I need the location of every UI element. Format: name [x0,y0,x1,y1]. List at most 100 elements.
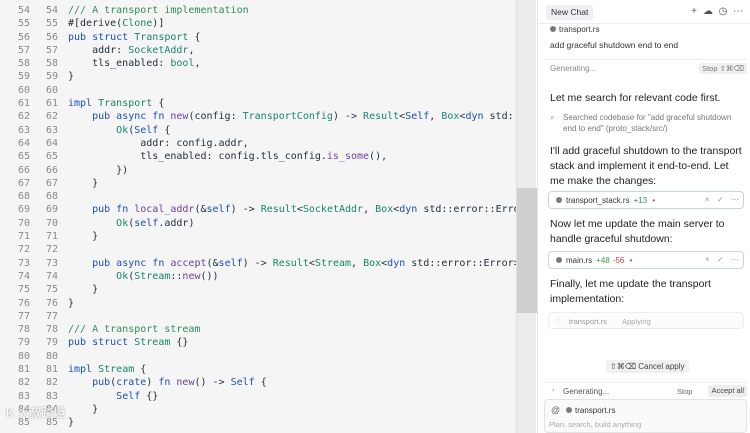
tab-new-chat[interactable]: New Chat [546,5,594,20]
code-token: bool [170,58,195,70]
file-edit-card-transport-stack[interactable]: transport_stack.rs +13 • × ✓ ⋯ [548,191,744,209]
code-line[interactable]: pub struct Stream {} [68,336,518,349]
more-icon[interactable]: ⋯ [731,255,739,264]
code-line[interactable]: }) [68,164,518,177]
check-icon[interactable]: ✓ [717,255,724,264]
editor-scroll-thumb[interactable] [517,188,537,313]
line-number: 76 [45,297,58,309]
close-icon[interactable]: × [705,255,710,264]
code-line[interactable]: pub async fn new(config: TransportConfig… [68,110,518,123]
line-number: 62 [17,111,30,123]
code-line[interactable]: Ok(self.addr) [68,217,518,230]
code-line[interactable]: #[derive(Clone)] [68,17,518,30]
at-mention-icon[interactable]: @ [551,405,560,415]
close-icon[interactable]: × [705,195,710,204]
code-token: Transport [134,31,189,43]
code-line[interactable]: ​ [68,243,518,256]
line-number: 78 [45,324,58,336]
code-line[interactable]: addr: SocketAddr, [68,44,518,57]
code-line[interactable]: ​ [68,190,518,203]
code-line[interactable]: pub async fn accept(&self) -> Result<Str… [68,257,518,270]
code-line[interactable]: /// A transport implementation [68,4,518,17]
code-line[interactable]: impl Transport { [68,97,518,110]
code-line[interactable]: ​ [68,84,518,97]
accept-all-button[interactable]: Accept all [708,385,747,397]
chevron-right-icon[interactable]: › [552,387,554,394]
code-line[interactable]: } [68,297,518,310]
code-token: { [152,98,165,110]
code-token: accept [170,257,207,269]
chat-input-box[interactable]: @ transport.rs [544,399,747,433]
code-token: self [134,217,159,229]
file-edit-card-main[interactable]: main.rs +48 -56 • × ✓ ⋯ [548,251,744,269]
line-number: 73 [45,257,58,269]
code-line[interactable]: impl Stream { [68,363,518,376]
watermark: K 大叔跨境 [6,406,66,420]
stop-button[interactable]: Stop [677,387,692,396]
code-token: ) -> [242,257,273,269]
code-line[interactable]: Self {} [68,390,518,403]
line-number: 76 [17,297,30,309]
user-message-text: add graceful shutdown end to end [550,40,679,50]
cloud-icon[interactable]: ☁ [702,5,714,19]
generating-status-top: Generating... Stop ⇧⌘⌫ [544,59,747,76]
cancel-apply-button[interactable]: ⇧⌘⌫ Cancel apply [606,360,689,373]
code-line[interactable]: Ok(Stream::new()) [68,270,518,283]
prompt-input[interactable] [549,418,739,431]
code-editor[interactable]: 54 55 56 57 58 59 60 61 62 63 64 65 66 67 68 69 70 71 72 73… [0,0,518,433]
context-file-chip[interactable]: transport.rs [566,406,615,415]
code-line[interactable]: pub struct Transport { [68,31,518,44]
code-line[interactable]: addr: config.addr, [68,137,518,150]
more-icon[interactable]: ⋯ [731,195,739,204]
code-token: (config: [188,111,243,123]
code-line[interactable]: ​ [68,310,518,323]
code-content[interactable]: /// A transport implementation #[derive(C… [68,4,518,430]
file-apply-card-transport[interactable]: ◌ transport.rs Applying [548,312,744,329]
code-line[interactable]: /// A transport stream [68,323,518,336]
modified-dot: • [629,256,633,265]
generating-text: Generating... [563,387,610,396]
code-line[interactable]: } [68,283,518,296]
line-number: 63 [45,124,58,136]
context-file-chip[interactable]: transport.rs [550,25,599,34]
line-number: 82 [17,377,30,389]
code-line[interactable]: pub fn local_addr(&self) -> Result<Socke… [68,203,518,216]
codebase-search-step[interactable]: ⌕ Searched codebase for "add graceful sh… [550,112,742,134]
stop-button[interactable]: Stop ⇧⌘⌫ [699,63,747,74]
editor-scrollbar[interactable] [516,0,537,433]
line-number: 67 [45,177,58,189]
code-token: Box [375,204,394,216]
code-token: , [188,44,195,56]
search-step-text: Searched codebase for "add graceful shut… [563,113,732,133]
code-line[interactable]: tls_enabled: bool, [68,57,518,70]
history-icon[interactable]: ◷ [717,5,729,19]
code-line[interactable]: Ok(Self { [68,124,518,137]
code-line[interactable]: } [68,177,518,190]
code-token: } [68,297,75,309]
check-icon[interactable]: ✓ [717,195,724,204]
code-line[interactable]: pub(crate) fn new() -> Self { [68,376,518,389]
chat-panel: New Chat + ☁ ◷ ⋯ transport.rs add gracef… [537,0,750,433]
plus-icon[interactable]: + [688,5,700,19]
code-token: (), [369,151,388,163]
code-line[interactable]: } [68,403,518,416]
code-line[interactable]: ​ [68,350,518,363]
line-number: 59 [45,71,58,83]
code-line[interactable]: } [68,230,518,243]
code-token: Box [441,111,460,123]
code-token: self [206,204,231,216]
code-line[interactable]: tls_enabled: config.tls_config.is_some()… [68,150,518,163]
code-line[interactable]: } [68,70,518,83]
code-token: ()) [200,270,219,282]
code-line[interactable]: } [68,416,518,429]
code-token: crate [116,377,147,389]
code-token: dyn [399,204,424,216]
code-token: Ok [116,270,129,282]
file-icon [556,257,562,263]
assistant-message: I'll add graceful shutdown to the transp… [550,145,742,187]
more-icon[interactable]: ⋯ [732,5,744,19]
code-token: } [68,284,99,296]
code-token: }) [68,164,129,176]
